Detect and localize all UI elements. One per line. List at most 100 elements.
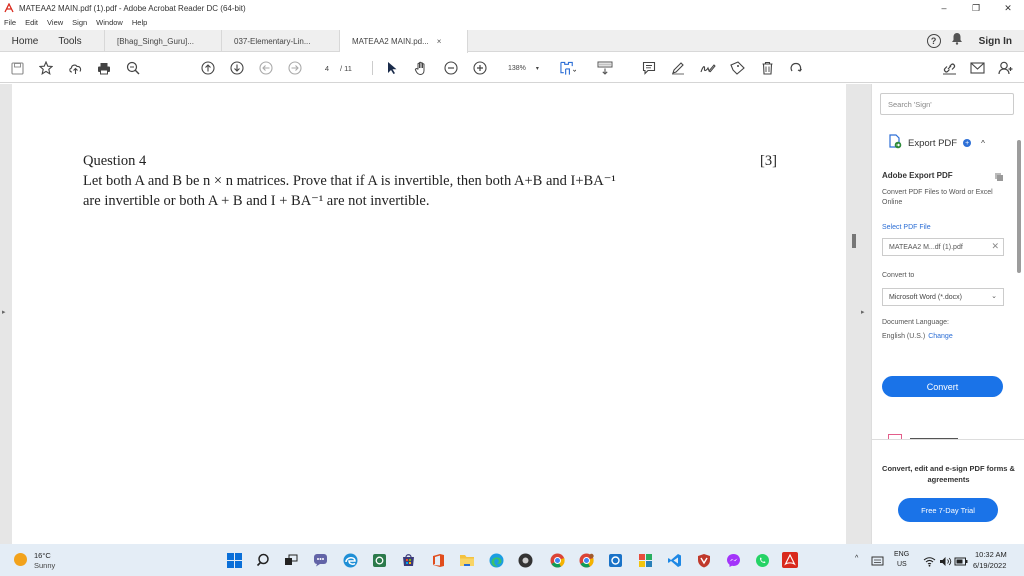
collapse-right-panel-icon[interactable]: ▸ <box>861 308 865 316</box>
remove-file-icon[interactable]: ✕ <box>991 241 999 252</box>
help-icon[interactable]: ? <box>926 34 941 48</box>
keyboard-icon[interactable] <box>869 553 885 569</box>
highlight-pen-icon[interactable] <box>670 60 686 76</box>
weather-temperature[interactable]: 16°C <box>34 551 51 560</box>
paint-app-icon[interactable] <box>637 552 653 568</box>
change-language-link[interactable]: Change <box>928 333 953 340</box>
office-icon[interactable] <box>430 552 446 568</box>
trash-icon[interactable] <box>759 60 775 76</box>
menu-file[interactable]: File <box>4 18 16 27</box>
save-icon[interactable] <box>9 60 25 76</box>
share-link-icon[interactable] <box>941 60 957 76</box>
document-tab-label: MATEAA2 MAIN.pd... <box>352 37 429 46</box>
free-trial-button[interactable]: Free 7-Day Trial <box>898 498 998 522</box>
email-icon[interactable] <box>969 60 985 76</box>
zoom-search-icon[interactable] <box>125 60 141 76</box>
acrobat-taskbar-icon[interactable] <box>782 552 798 568</box>
document-viewer[interactable]: Question 4 [3] Let both A and B be n × n… <box>0 84 871 544</box>
clock-time[interactable]: 10:32 AM <box>975 550 1007 559</box>
vscode-icon[interactable] <box>666 552 682 568</box>
search-input[interactable]: Search 'Sign' <box>880 93 1014 115</box>
menu-window[interactable]: Window <box>96 18 123 27</box>
document-tab[interactable]: 037-Elementary-Lin... <box>222 30 340 52</box>
select-cursor-icon[interactable] <box>384 60 400 76</box>
file-explorer-icon[interactable] <box>459 552 475 568</box>
tab-tools[interactable]: Tools <box>50 30 90 52</box>
minimize-button[interactable]: – <box>928 0 960 16</box>
format-select[interactable]: Microsoft Word (*.docx) ⌄ <box>882 288 1004 306</box>
chrome-profile-icon[interactable] <box>578 552 594 568</box>
edit-pdf-icon[interactable] <box>888 434 902 439</box>
expand-left-panel-icon[interactable]: ▸ <box>2 308 6 316</box>
document-tab-active[interactable]: MATEAA2 MAIN.pd... × <box>340 30 468 53</box>
scroll-mode-icon[interactable] <box>597 60 613 76</box>
wifi-icon[interactable] <box>921 553 937 569</box>
rotate-icon[interactable] <box>788 60 804 76</box>
input-language-bottom[interactable]: US <box>897 561 907 568</box>
zoom-level-dropdown[interactable]: 138% ▾ <box>500 62 546 75</box>
sign-in-button[interactable]: Sign In <box>979 36 1012 47</box>
add-user-icon[interactable] <box>997 60 1013 76</box>
page-number-input[interactable]: 4 <box>318 61 336 75</box>
whatsapp-icon[interactable] <box>754 552 770 568</box>
language-label: Document Language: <box>882 319 949 326</box>
input-language-top[interactable]: ENG <box>894 551 909 558</box>
pdf-page[interactable]: Question 4 [3] Let both A and B be n × n… <box>12 84 846 544</box>
weather-condition[interactable]: Sunny <box>34 561 55 570</box>
document-scrollbar[interactable] <box>852 234 856 248</box>
stamp-icon[interactable] <box>729 60 745 76</box>
zoom-out-icon[interactable] <box>443 60 459 76</box>
store-icon[interactable] <box>400 552 416 568</box>
next-page-icon[interactable] <box>229 60 245 76</box>
star-icon[interactable] <box>38 60 54 76</box>
close-window-button[interactable]: ✕ <box>992 0 1024 16</box>
cloud-upload-icon[interactable] <box>67 60 83 76</box>
media-app-icon[interactable] <box>517 552 533 568</box>
language-line: English (U.S.) Change <box>882 333 953 340</box>
tab-home[interactable]: Home <box>0 30 50 52</box>
toolbar-divider <box>372 61 373 75</box>
chrome-icon[interactable] <box>549 552 565 568</box>
copy-icon[interactable] <box>994 169 1004 187</box>
menu-help[interactable]: Help <box>132 18 147 27</box>
sun-icon[interactable] <box>14 553 27 566</box>
snipping-tool-icon[interactable] <box>607 552 623 568</box>
signature-icon[interactable] <box>700 60 716 76</box>
clock-date[interactable]: 6/19/2022 <box>973 561 1006 570</box>
selected-file-field[interactable]: MATEAA2 M...df (1).pdf ✕ <box>882 238 1004 256</box>
close-tab-icon[interactable]: × <box>437 37 442 46</box>
edge-browser-icon[interactable] <box>342 552 358 568</box>
comment-icon[interactable] <box>641 60 657 76</box>
export-pdf-header[interactable]: Export PDF + ^ <box>888 134 985 152</box>
windows-start-icon[interactable] <box>226 552 242 568</box>
tray-overflow-icon[interactable]: ^ <box>855 555 858 562</box>
forward-icon[interactable] <box>287 60 303 76</box>
battery-icon[interactable] <box>953 553 969 569</box>
export-title: Adobe Export PDF <box>882 171 953 180</box>
menu-sign[interactable]: Sign <box>72 18 87 27</box>
print-icon[interactable] <box>96 60 112 76</box>
menu-edit[interactable]: Edit <box>25 18 38 27</box>
menu-view[interactable]: View <box>47 18 63 27</box>
convert-button[interactable]: Convert <box>882 376 1003 397</box>
select-file-link[interactable]: Select PDF File <box>882 224 931 231</box>
camera-app-icon[interactable] <box>371 552 387 568</box>
search-icon[interactable] <box>255 552 271 568</box>
back-icon[interactable] <box>258 60 274 76</box>
hand-tool-icon[interactable] <box>413 60 429 76</box>
chat-app-icon[interactable] <box>312 552 328 568</box>
panel-scrollbar[interactable] <box>1017 140 1021 273</box>
previous-page-icon[interactable] <box>200 60 216 76</box>
task-view-icon[interactable] <box>283 552 299 568</box>
volume-icon[interactable] <box>937 553 953 569</box>
edge-icon[interactable] <box>488 552 504 568</box>
maximize-button[interactable]: ❐ <box>960 0 992 16</box>
zoom-in-icon[interactable] <box>472 60 488 76</box>
document-tab[interactable]: [Bhag_Singh_Guru]... <box>104 30 222 52</box>
bell-icon[interactable] <box>951 32 963 50</box>
messenger-icon[interactable] <box>725 552 741 568</box>
question-title: Question 4 <box>83 153 147 169</box>
antivirus-shield-icon[interactable] <box>696 552 712 568</box>
chevron-up-icon[interactable]: ^ <box>981 139 985 148</box>
page-fit-icon[interactable] <box>560 60 576 76</box>
